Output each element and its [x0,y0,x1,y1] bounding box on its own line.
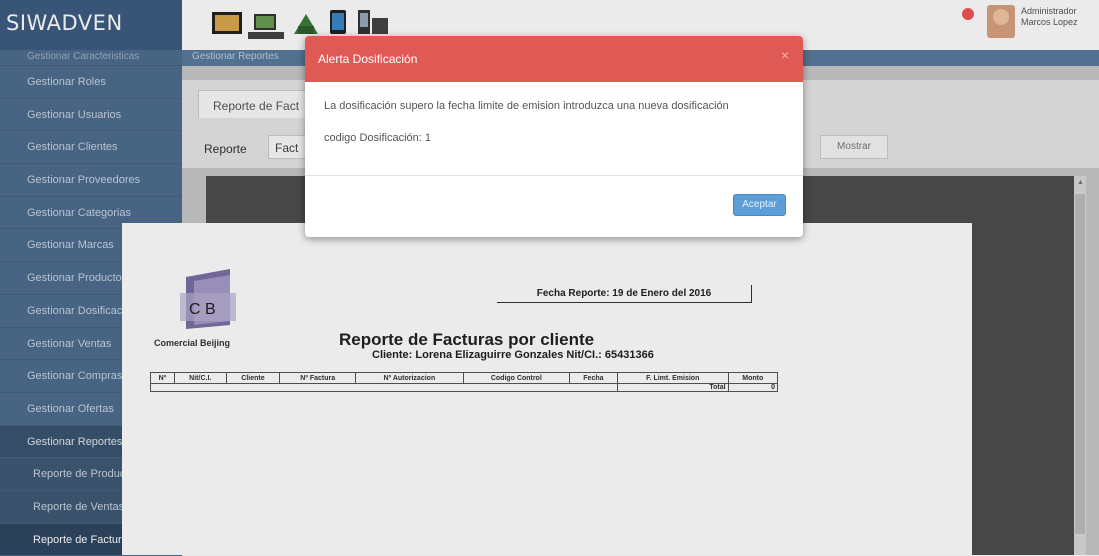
modal-header: Alerta Dosificación × [305,36,803,82]
alert-modal: Alerta Dosificación × La dosificación su… [305,36,803,237]
modal-message: La dosificación supero la fecha limite d… [324,100,729,112]
modal-title: Alerta Dosificación [318,52,418,66]
modal-footer: Aceptar [305,176,803,237]
modal-code-line: codigo Dosificación: 1 [324,132,432,144]
close-icon[interactable]: × [781,47,789,63]
modal-body: La dosificación supero la fecha limite d… [305,82,803,176]
aceptar-button[interactable]: Aceptar [733,194,786,216]
